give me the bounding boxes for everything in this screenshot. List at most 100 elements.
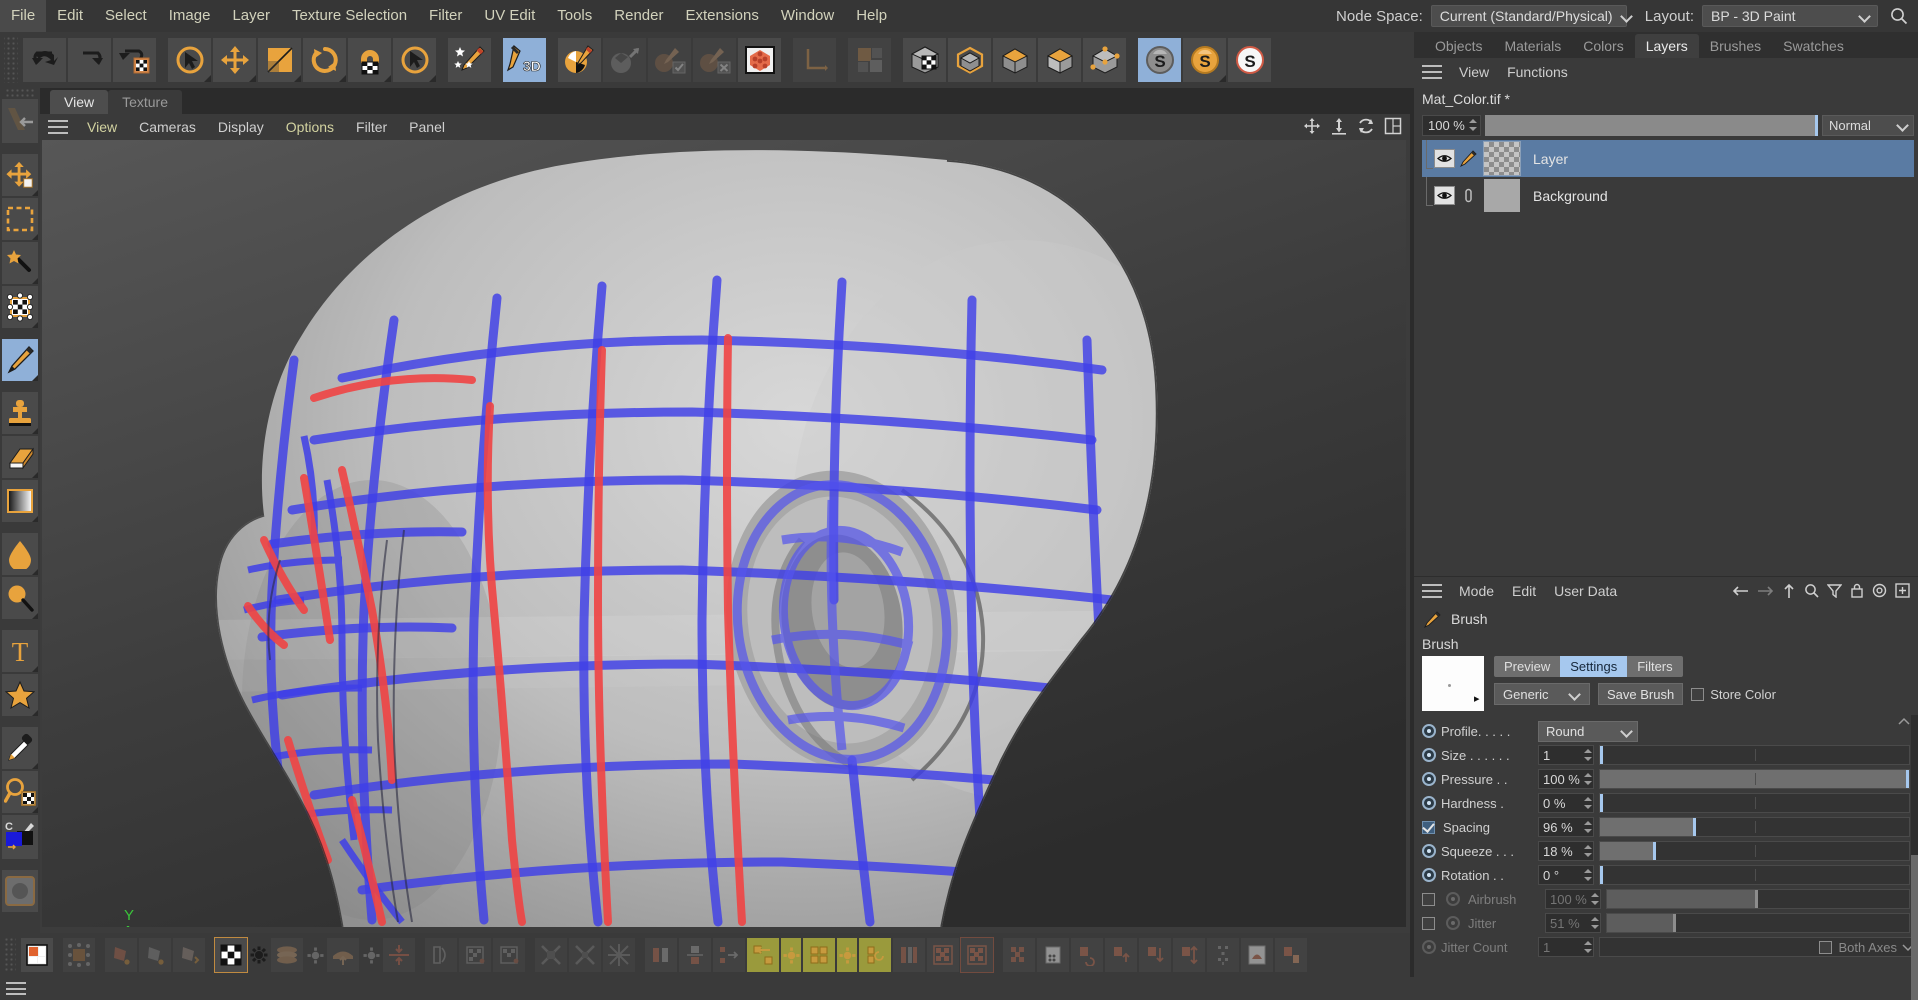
squeeze-radio-icon[interactable]	[1422, 844, 1436, 858]
attr-menu-edit[interactable]: Edit	[1503, 583, 1545, 599]
tool-magic-wand[interactable]	[1, 241, 39, 285]
ray-brush-button[interactable]	[602, 37, 647, 83]
status-uv-pack-c[interactable]	[960, 937, 994, 973]
tool-brush-preview[interactable]	[1, 869, 39, 913]
redo-button[interactable]	[67, 37, 112, 83]
status-align-up[interactable]	[1104, 937, 1138, 973]
store-color-option[interactable]: Store Color	[1691, 687, 1776, 702]
viewport-menu-cameras[interactable]: Cameras	[128, 119, 207, 135]
tool-shape[interactable]	[1, 673, 39, 717]
viewport-3d-scene[interactable]: Y Z X	[42, 140, 1406, 927]
menu-item-extensions[interactable]: Extensions	[674, 0, 769, 32]
status-texture-view[interactable]	[20, 937, 54, 973]
brush-tab-preview[interactable]: Preview	[1494, 656, 1560, 677]
status-project-cap[interactable]	[326, 937, 360, 973]
tool-clone-stamp[interactable]	[1, 391, 39, 435]
live-selection-button[interactable]	[167, 37, 212, 83]
status-align-vert[interactable]	[1172, 937, 1206, 973]
save-brush-button[interactable]: Save Brush	[1598, 683, 1684, 705]
undo-checker-button[interactable]	[112, 37, 157, 83]
menu-item-tools[interactable]: Tools	[546, 0, 603, 32]
menu-item-select[interactable]: Select	[94, 0, 158, 32]
up-arrow-icon[interactable]	[1782, 583, 1796, 599]
status-unfold[interactable]	[424, 937, 458, 973]
target-icon[interactable]	[1872, 583, 1887, 598]
tab-objects[interactable]: Objects	[1424, 34, 1494, 58]
back-arrow-icon[interactable]	[1732, 584, 1749, 598]
menu-item-window[interactable]: Window	[770, 0, 845, 32]
status-layers-settings[interactable]	[304, 937, 326, 973]
viewport-tab-texture[interactable]: Texture	[108, 90, 183, 114]
viewport-menu-filter[interactable]: Filter	[345, 119, 398, 135]
squeeze-slider[interactable]	[1599, 841, 1910, 861]
spinner-icon[interactable]	[1583, 819, 1593, 835]
viewport-menu-view[interactable]: View	[76, 119, 128, 135]
menu-item-render[interactable]: Render	[603, 0, 674, 32]
status-uv-b[interactable]	[678, 937, 712, 973]
slider-knob[interactable]	[1600, 746, 1603, 764]
status-relax-b[interactable]	[492, 937, 526, 973]
search-icon[interactable]	[1804, 583, 1819, 598]
attribute-scrollbar[interactable]	[1911, 715, 1918, 1000]
hardness-slider[interactable]	[1599, 793, 1910, 813]
rotation-field[interactable]: 0 °	[1538, 865, 1594, 885]
plus-box-icon[interactable]	[1895, 583, 1910, 598]
layer-opacity-slider[interactable]	[1484, 114, 1818, 136]
jitter-slider[interactable]	[1606, 913, 1910, 933]
projection-on-button[interactable]	[647, 37, 692, 83]
attr-menu-mode[interactable]: Mode	[1450, 583, 1503, 599]
tool-text[interactable]: T	[1, 629, 39, 673]
status-optimal-c[interactable]	[602, 937, 636, 973]
jitter-count-radio-icon[interactable]	[1422, 940, 1436, 954]
profile-dropdown[interactable]: Round	[1538, 720, 1638, 742]
airbrush-checkbox[interactable]	[1422, 892, 1435, 906]
size-slider[interactable]	[1599, 745, 1910, 765]
status-mesh-b[interactable]	[1036, 937, 1070, 973]
axis-button[interactable]	[792, 37, 837, 83]
status-poly-select-c[interactable]	[172, 937, 206, 973]
both-axes-checkbox[interactable]	[1819, 941, 1833, 954]
menu-item-uv-edit[interactable]: UV Edit	[473, 0, 546, 32]
brush-tab-settings[interactable]: Settings	[1560, 656, 1628, 677]
status-uv-columns[interactable]	[858, 937, 892, 973]
attr-menu-user-data[interactable]: User Data	[1545, 583, 1626, 599]
menu-item-file[interactable]: File	[0, 0, 47, 32]
toolbar-grip[interactable]	[4, 37, 18, 83]
menu-item-help[interactable]: Help	[845, 0, 898, 32]
status-relax-a[interactable]	[458, 937, 492, 973]
status-uv-render[interactable]	[1240, 937, 1274, 973]
maximize-icon[interactable]	[1384, 117, 1402, 135]
hardness-radio-icon[interactable]	[1422, 796, 1436, 810]
viewport-menu-panel[interactable]: Panel	[398, 119, 456, 135]
tab-materials[interactable]: Materials	[1493, 34, 1573, 58]
spinner-icon[interactable]	[1590, 891, 1600, 907]
layer-thumbnail[interactable]	[1483, 178, 1521, 213]
scale-button[interactable]	[257, 37, 302, 83]
layer-thumbnail[interactable]	[1483, 141, 1521, 176]
layer-opacity-field[interactable]: 100 %	[1422, 114, 1481, 136]
status-project-settings[interactable]	[360, 937, 382, 973]
profile-radio-icon[interactable]	[1422, 724, 1436, 738]
viewport-menu-display[interactable]: Display	[207, 119, 275, 135]
filter-icon[interactable]	[1827, 583, 1842, 598]
pan-icon[interactable]	[1303, 117, 1321, 135]
slider-knob[interactable]	[1600, 866, 1603, 884]
move-button[interactable]	[212, 37, 257, 83]
status-uv-last[interactable]	[1274, 937, 1308, 973]
status-uv-realign-gear[interactable]	[780, 937, 802, 973]
status-distribute[interactable]	[1206, 937, 1240, 973]
spinner-icon[interactable]	[1583, 795, 1593, 811]
layer-visibility-toggle[interactable]	[1434, 149, 1455, 168]
menu-item-edit[interactable]: Edit	[46, 0, 94, 32]
tab-layers[interactable]: Layers	[1634, 34, 1699, 58]
status-layers-stack[interactable]	[270, 937, 304, 973]
table-row[interactable]: Layer	[1422, 140, 1914, 177]
spacing-slider[interactable]	[1599, 817, 1910, 837]
pressure-slider[interactable]	[1599, 769, 1910, 789]
slider-knob[interactable]	[1692, 818, 1696, 836]
rotation-radio-icon[interactable]	[1422, 868, 1436, 882]
rotate-icon[interactable]	[1357, 117, 1375, 135]
status-optimal-b[interactable]	[568, 937, 602, 973]
jitter-count-slider[interactable]: Both Axes	[1599, 937, 1914, 957]
undo-button[interactable]	[22, 37, 67, 83]
